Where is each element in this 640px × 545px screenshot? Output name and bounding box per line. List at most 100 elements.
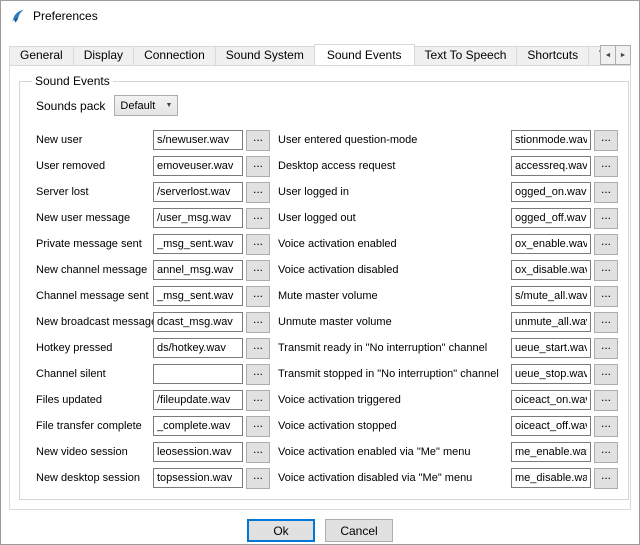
sound-file-input[interactable] xyxy=(153,234,243,254)
sound-event-row: Voice activation disabled via "Me" menu.… xyxy=(278,465,618,491)
sound-event-row: Voice activation triggered... xyxy=(278,387,618,413)
sound-file-input[interactable] xyxy=(153,468,243,488)
sound-file-input[interactable] xyxy=(153,364,243,384)
tab-scroller: ◄ ► xyxy=(601,45,631,65)
sound-file-input[interactable] xyxy=(511,130,591,150)
dialog-button-row: Ok Cancel xyxy=(1,510,639,545)
sound-event-label: Channel silent xyxy=(36,368,153,380)
sound-event-row: Channel silent... xyxy=(36,361,270,387)
tab-shortcuts[interactable]: Shortcuts xyxy=(516,46,589,65)
browse-button[interactable]: ... xyxy=(594,338,618,359)
browse-button[interactable]: ... xyxy=(594,468,618,489)
browse-button[interactable]: ... xyxy=(594,130,618,151)
browse-button[interactable]: ... xyxy=(594,286,618,307)
browse-button[interactable]: ... xyxy=(594,390,618,411)
browse-button[interactable]: ... xyxy=(246,364,270,385)
sound-file-input[interactable] xyxy=(153,312,243,332)
browse-button[interactable]: ... xyxy=(246,260,270,281)
sound-file-input[interactable] xyxy=(511,156,591,176)
browse-button[interactable]: ... xyxy=(246,208,270,229)
sound-event-label: New channel message xyxy=(36,264,153,276)
sound-file-input[interactable] xyxy=(153,416,243,436)
tab-display[interactable]: Display xyxy=(73,46,134,65)
sound-file-input[interactable] xyxy=(153,260,243,280)
browse-button[interactable]: ... xyxy=(594,416,618,437)
browse-button[interactable]: ... xyxy=(594,156,618,177)
preferences-dialog: Preferences GeneralDisplayConnectionSoun… xyxy=(0,0,640,545)
browse-button[interactable]: ... xyxy=(246,416,270,437)
browse-button[interactable]: ... xyxy=(594,312,618,333)
tab-text-to-speech[interactable]: Text To Speech xyxy=(414,46,518,65)
tab-general[interactable]: General xyxy=(9,46,74,65)
tab-sound-events[interactable]: Sound Events xyxy=(314,44,415,65)
sound-file-input[interactable] xyxy=(153,442,243,462)
browse-button[interactable]: ... xyxy=(246,468,270,489)
sound-file-input[interactable] xyxy=(511,182,591,202)
sound-file-input[interactable] xyxy=(153,390,243,410)
sound-event-row: Transmit stopped in "No interruption" ch… xyxy=(278,361,618,387)
sound-event-label: New broadcast message xyxy=(36,316,153,328)
browse-button[interactable]: ... xyxy=(246,182,270,203)
sound-event-label: Voice activation enabled xyxy=(278,238,511,250)
ok-button[interactable]: Ok xyxy=(247,519,315,542)
browse-button[interactable]: ... xyxy=(246,312,270,333)
browse-button[interactable]: ... xyxy=(594,442,618,463)
sound-file-input[interactable] xyxy=(511,364,591,384)
sound-file-input[interactable] xyxy=(153,286,243,306)
browse-button[interactable]: ... xyxy=(594,364,618,385)
browse-button[interactable]: ... xyxy=(246,286,270,307)
sound-event-label: Private message sent xyxy=(36,238,153,250)
browse-button[interactable]: ... xyxy=(246,442,270,463)
sound-file-input[interactable] xyxy=(511,416,591,436)
sound-events-column-left: New user...User removed...Server lost...… xyxy=(36,127,270,491)
sound-file-input[interactable] xyxy=(511,286,591,306)
tab-scroll-left-button[interactable]: ◄ xyxy=(600,45,616,65)
sounds-pack-select[interactable]: Default ▼ xyxy=(114,95,178,116)
cancel-button[interactable]: Cancel xyxy=(325,519,393,542)
sound-file-input[interactable] xyxy=(511,468,591,488)
sound-event-label: New desktop session xyxy=(36,472,153,484)
browse-button[interactable]: ... xyxy=(594,182,618,203)
sound-event-label: User logged in xyxy=(278,186,511,198)
titlebar: Preferences xyxy=(1,1,639,31)
tab-connection[interactable]: Connection xyxy=(133,46,216,65)
sound-event-row: New channel message... xyxy=(36,257,270,283)
tab-sound-system[interactable]: Sound System xyxy=(215,46,315,65)
sound-file-input[interactable] xyxy=(511,442,591,462)
sound-file-input[interactable] xyxy=(153,130,243,150)
sound-file-input[interactable] xyxy=(511,208,591,228)
browse-button[interactable]: ... xyxy=(594,234,618,255)
sound-event-label: Desktop access request xyxy=(278,160,511,172)
sound-event-label: User logged out xyxy=(278,212,511,224)
sound-event-row: Private message sent... xyxy=(36,231,270,257)
browse-button[interactable]: ... xyxy=(246,338,270,359)
sound-event-row: Server lost... xyxy=(36,179,270,205)
arrow-left-icon: ◄ xyxy=(605,52,612,59)
sound-file-input[interactable] xyxy=(511,390,591,410)
sound-event-row: User logged in... xyxy=(278,179,618,205)
browse-button[interactable]: ... xyxy=(594,260,618,281)
sound-file-input[interactable] xyxy=(511,312,591,332)
sound-event-row: New desktop session... xyxy=(36,465,270,491)
browse-button[interactable]: ... xyxy=(594,208,618,229)
sound-file-input[interactable] xyxy=(153,208,243,228)
sound-event-label: Transmit stopped in "No interruption" ch… xyxy=(278,368,511,380)
sound-file-input[interactable] xyxy=(153,156,243,176)
sound-file-input[interactable] xyxy=(153,338,243,358)
sound-file-input[interactable] xyxy=(511,234,591,254)
browse-button[interactable]: ... xyxy=(246,156,270,177)
sound-event-row: New user... xyxy=(36,127,270,153)
sound-file-input[interactable] xyxy=(153,182,243,202)
app-icon xyxy=(10,8,26,24)
sound-event-row: New user message... xyxy=(36,205,270,231)
browse-button[interactable]: ... xyxy=(246,234,270,255)
browse-button[interactable]: ... xyxy=(246,390,270,411)
sound-file-input[interactable] xyxy=(511,338,591,358)
browse-button[interactable]: ... xyxy=(246,130,270,151)
sound-file-input[interactable] xyxy=(511,260,591,280)
tab-scroll-right-button[interactable]: ► xyxy=(615,45,631,65)
sound-event-label: Voice activation enabled via "Me" menu xyxy=(278,446,511,458)
sound-event-row: User removed... xyxy=(36,153,270,179)
sound-event-row: Voice activation disabled... xyxy=(278,257,618,283)
sound-event-row: File transfer complete... xyxy=(36,413,270,439)
